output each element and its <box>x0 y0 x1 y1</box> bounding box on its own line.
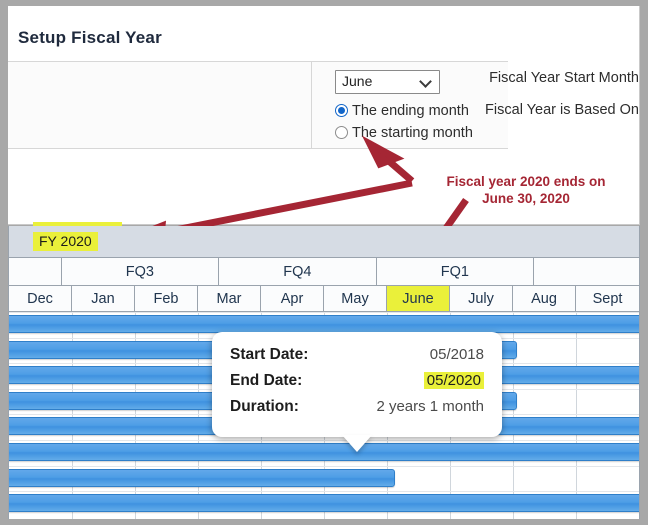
tooltip-end-date-key: End Date: <box>230 372 303 389</box>
tooltip-duration-value: 2 years 1 month <box>376 398 484 415</box>
start-month-selected-value: June <box>342 73 373 89</box>
divider-bottom <box>8 148 508 149</box>
tooltip-row-end-date: End Date: 05/2020 <box>230 372 484 398</box>
fiscal-year-band <box>8 226 640 257</box>
gantt-row-separator <box>9 491 639 493</box>
tooltip-row-start-date: Start Date: 05/2018 <box>230 346 484 372</box>
quarter-cell-fq4: FQ4 <box>219 258 377 285</box>
month-cell-apr[interactable]: Apr <box>261 286 324 311</box>
month-cell-june[interactable]: June <box>387 286 450 311</box>
month-cell-july[interactable]: July <box>450 286 513 311</box>
quarter-cell-empty <box>9 258 62 285</box>
radio-starting-month-label: The starting month <box>352 125 473 141</box>
gantt-bar[interactable] <box>9 494 639 513</box>
tooltip-duration-key: Duration: <box>230 398 299 415</box>
month-cell-mar[interactable]: Mar <box>198 286 261 311</box>
tooltip-pointer <box>342 435 372 452</box>
quarter-cell-fq1: FQ1 <box>377 258 535 285</box>
radio-starting-month[interactable]: The starting month <box>335 125 473 141</box>
gantt-bar[interactable] <box>9 315 639 333</box>
chevron-down-icon <box>421 76 431 86</box>
radio-ending-month[interactable]: The ending month <box>335 103 469 119</box>
tooltip-start-date-value: 05/2018 <box>429 346 484 363</box>
radio-ending-month-label: The ending month <box>352 103 469 119</box>
gantt-row-separator <box>9 312 639 313</box>
radio-ending-month-indicator[interactable] <box>335 104 348 117</box>
gantt-row-separator <box>9 465 639 467</box>
quarter-cell-fq3: FQ3 <box>62 258 220 285</box>
gantt-bar[interactable] <box>9 443 639 461</box>
month-cell-jan[interactable]: Jan <box>72 286 135 311</box>
tooltip-end-date-value: 05/2020 <box>423 372 484 389</box>
radio-starting-month-indicator[interactable] <box>335 126 348 139</box>
month-cell-feb[interactable]: Feb <box>135 286 198 311</box>
fiscal-year-label: FY 2020 <box>33 232 98 251</box>
gantt-row-separator <box>9 440 639 441</box>
app-root: Setup Fiscal Year Fiscal Year Start Mont… <box>0 0 648 525</box>
quarter-header-row: FQ3 FQ4 FQ1 <box>8 257 640 285</box>
quarter-cell-empty <box>534 258 639 285</box>
month-header-row: Dec Jan Feb Mar Apr May June July Aug Sept <box>8 285 640 312</box>
page-title: Setup Fiscal Year <box>18 28 162 47</box>
month-cell-may[interactable]: May <box>324 286 387 311</box>
annotation-line-1: Fiscal year 2020 ends on <box>446 174 606 189</box>
annotation-line-2: June 30, 2020 <box>482 191 570 206</box>
start-month-select[interactable]: June <box>335 70 440 94</box>
tooltip-start-date-key: Start Date: <box>230 346 309 363</box>
gantt-gridline <box>576 312 577 519</box>
month-cell-sept[interactable]: Sept <box>576 286 639 311</box>
month-cell-dec[interactable]: Dec <box>9 286 72 311</box>
form-column-divider <box>311 62 312 148</box>
gantt-bar[interactable] <box>9 468 395 487</box>
tooltip-row-duration: Duration: 2 years 1 month <box>230 398 484 424</box>
month-cell-aug[interactable]: Aug <box>513 286 576 311</box>
annotation-callout: Fiscal year 2020 ends on June 30, 2020 <box>420 173 632 207</box>
task-tooltip: Start Date: 05/2018 End Date: 05/2020 Du… <box>212 332 502 452</box>
